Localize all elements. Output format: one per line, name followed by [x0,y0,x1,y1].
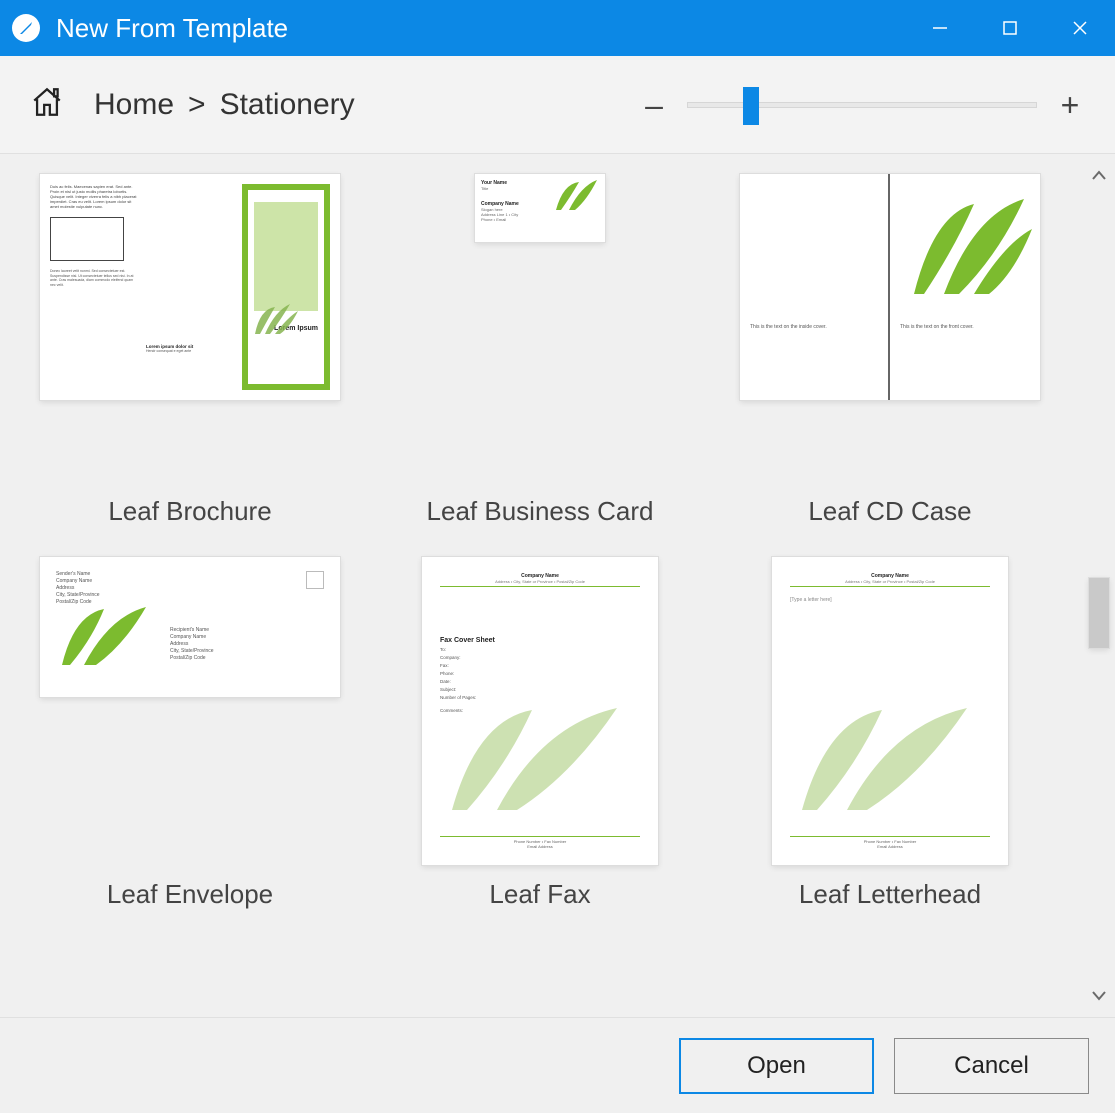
leaf-icon [250,299,300,344]
recipient-address: Recipient's Name Company Name Address Ci… [170,627,214,662]
breadcrumb: Home > Stationery [94,88,355,122]
placeholder-text: This is the text on the inside cover. [750,324,827,330]
template-label: Leaf Letterhead [799,879,981,910]
template-leaf-envelope[interactable]: Sender's Name Company Name Address City,… [40,557,340,910]
decorative-fill [254,202,318,311]
placeholder-text: Company: [440,655,640,660]
maximize-button[interactable] [975,0,1045,56]
stamp-placeholder [306,571,324,589]
dialog-footer: Open Cancel [0,1017,1115,1113]
placeholder-text: Phone: [440,671,640,676]
placeholder-text: Address [170,641,214,648]
template-thumbnail: Duis ac felis. Maecenas sapien erat. Sed… [40,174,340,484]
placeholder-text: Fax Cover Sheet [440,637,640,644]
placeholder-text: Company Name [56,578,100,585]
image-placeholder [50,217,124,261]
close-button[interactable] [1045,0,1115,56]
titlebar: New From Template [0,0,1115,56]
placeholder-text: Address [56,585,100,592]
placeholder-text: [Type a letter here] [790,597,990,603]
template-thumbnail: Company Name Address • City, State or Pr… [390,557,690,867]
app-icon [12,14,40,42]
scrollbar-track[interactable] [1085,188,1113,983]
window-title: New From Template [56,13,288,44]
placeholder-text: City, State/Province [56,592,100,599]
zoom-in-button[interactable]: + [1055,89,1085,121]
placeholder-text: Duis ac felis. Maecenas sapien erat. Sed… [50,184,138,209]
vertical-scrollbar[interactable] [1085,162,1113,1009]
zoom-out-button[interactable]: – [639,89,669,121]
placeholder-text: Recipient's Name [170,627,214,634]
template-thumbnail: Company Name Address • City, State or Pr… [740,557,1040,867]
placeholder-text: To: [440,647,640,652]
toolbar: Home > Stationery – + [0,56,1115,154]
placeholder-text: Fax: [440,663,640,668]
placeholder-text: Postal/Zip Code [170,655,214,662]
template-leaf-brochure[interactable]: Duis ac felis. Maecenas sapien erat. Sed… [40,174,340,527]
template-leaf-business-card[interactable]: Your Name Title Company Name Slogan here… [390,174,690,527]
template-thumbnail: Your Name Title Company Name Slogan here… [390,174,690,484]
breadcrumb-current: Stationery [220,88,355,122]
cancel-button-label: Cancel [954,1052,1029,1080]
placeholder-text: Email Address [790,844,990,849]
open-button[interactable]: Open [679,1038,874,1094]
template-label: Leaf Fax [489,879,590,910]
zoom-slider[interactable] [687,102,1037,108]
sender-address: Sender's Name Company Name Address City,… [56,571,100,606]
leaf-icon [904,194,1034,309]
placeholder-text: Company Name [170,634,214,641]
leaf-icon [792,700,982,825]
template-leaf-fax[interactable]: Company Name Address • City, State or Pr… [390,557,690,910]
leaf-icon [551,178,601,219]
placeholder-text: Date: [440,679,640,684]
template-grid-area: Duis ac felis. Maecenas sapien erat. Sed… [0,154,1115,1017]
placeholder-text: Email Address [440,844,640,849]
home-icon[interactable] [30,85,64,124]
zoom-controls: – + [639,89,1085,121]
placeholder-text: Subject: [440,687,640,692]
minimize-button[interactable] [905,0,975,56]
placeholder-text: Hendr consequat e eget ante [146,349,234,354]
leaf-icon [442,700,632,825]
template-label: Leaf CD Case [808,496,971,527]
breadcrumb-separator: > [188,88,206,122]
template-thumbnail: Sender's Name Company Name Address City,… [40,557,340,867]
placeholder-text: Donec laoreet velit nonmi. Sed consectet… [50,269,138,287]
template-leaf-cd-case[interactable]: This is the text on the inside cover. Th… [740,174,1040,527]
cancel-button[interactable]: Cancel [894,1038,1089,1094]
scrollbar-thumb[interactable] [1089,578,1109,648]
scroll-down-button[interactable] [1085,983,1113,1009]
open-button-label: Open [747,1052,806,1080]
template-thumbnail: This is the text on the inside cover. Th… [740,174,1040,484]
template-label: Leaf Business Card [427,496,654,527]
template-label: Leaf Envelope [107,879,273,910]
scroll-up-button[interactable] [1085,162,1113,188]
placeholder-text: Address • City, State or Province • Post… [790,579,990,584]
template-label: Leaf Brochure [108,496,271,527]
breadcrumb-home[interactable]: Home [94,88,174,122]
leaf-icon [54,603,154,678]
placeholder-text: Sender's Name [56,571,100,578]
template-leaf-letterhead[interactable]: Company Name Address • City, State or Pr… [740,557,1040,910]
placeholder-text: City, State/Province [170,648,214,655]
zoom-slider-thumb[interactable] [743,87,759,125]
placeholder-text: Address • City, State or Province • Post… [440,579,640,584]
placeholder-text: This is the text on the front cover. [900,324,974,330]
